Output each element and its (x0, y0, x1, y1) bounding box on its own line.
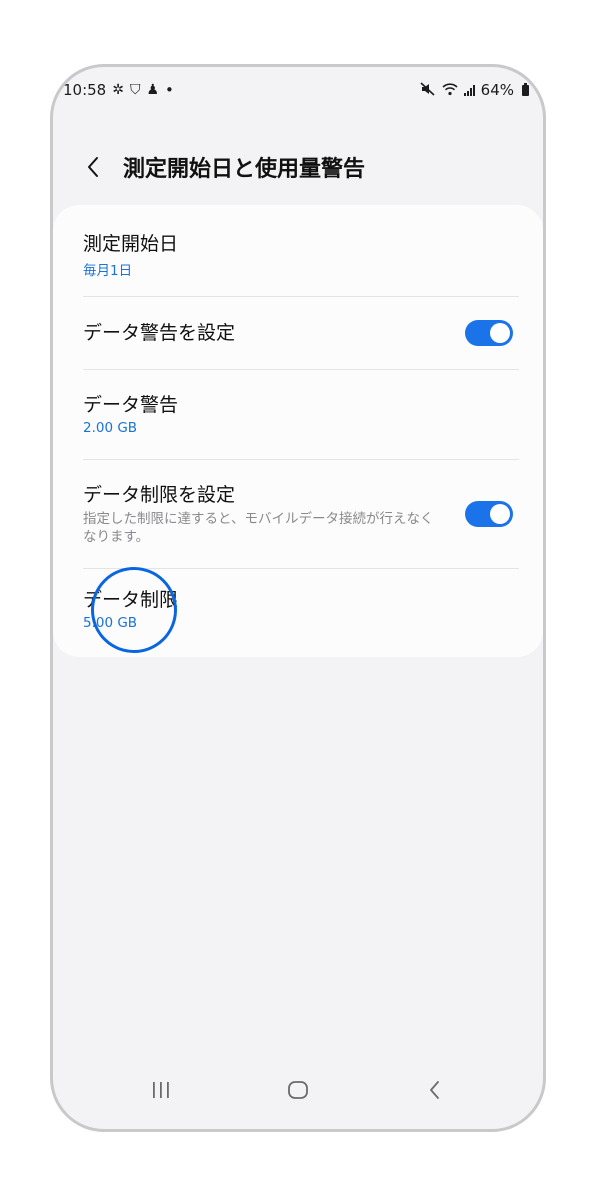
set-limit-text: データ制限を設定 指定した制限に達すると、モバイルデータ接続が行えなくなります。 (83, 482, 465, 546)
home-icon (288, 1081, 308, 1099)
data-limit-text: データ制限 5.00 GB (83, 587, 513, 631)
data-limit-title: データ制限 (83, 589, 179, 611)
back-arrow-icon (429, 1081, 439, 1099)
data-warning-title: データ警告 (83, 394, 179, 416)
page-title: 測定開始日と使用量警告 (123, 157, 366, 182)
battery-percent: 64% (480, 81, 514, 99)
toggle-knob (490, 323, 510, 343)
navigation-bar (53, 1065, 543, 1115)
wifi-icon (442, 82, 458, 99)
data-warning-row[interactable]: データ警告 2.00 GB (53, 370, 543, 458)
set-limit-description: 指定した制限に達すると、モバイルデータ接続が行えなくなります。 (83, 511, 434, 545)
data-warning-value: 2.00 GB (83, 420, 138, 436)
set-warning-text: データ警告を設定 (83, 320, 465, 346)
chevron-left-icon (88, 157, 98, 177)
recent-apps-icon (153, 1082, 170, 1098)
shield-badge-icon: ⛉ (129, 82, 141, 98)
toggle-knob (490, 504, 510, 524)
set-limit-title: データ制限を設定 (83, 484, 236, 506)
data-warning-text: データ警告 2.00 GB (83, 392, 513, 436)
header: 測定開始日と使用量警告 (53, 147, 543, 187)
set-limit-toggle[interactable] (465, 501, 513, 527)
set-warning-toggle[interactable] (465, 320, 513, 346)
settings-card: 測定開始日 毎月1日 データ警告を設定 データ警告 2.00 GB データ制限を… (53, 205, 543, 657)
set-limit-row[interactable]: データ制限を設定 指定した制限に達すると、モバイルデータ接続が行えなくなります。 (53, 460, 543, 568)
data-limit-value: 5.00 GB (83, 615, 138, 631)
battery-icon (522, 82, 529, 96)
status-time: 10:58 (63, 81, 107, 99)
back-nav-button[interactable] (410, 1070, 460, 1110)
home-button[interactable] (273, 1070, 323, 1110)
status-bar: 10:58 ✲ ⛉ ♟ • 64% (63, 79, 529, 101)
start-date-title: 測定開始日 (83, 233, 179, 255)
figure-icon: ♟ (146, 82, 160, 98)
start-date-row[interactable]: 測定開始日 毎月1日 (53, 217, 543, 293)
recent-apps-button[interactable] (136, 1070, 186, 1110)
status-right: 64% (420, 81, 529, 99)
phone-frame: 10:58 ✲ ⛉ ♟ • 64% 測定開始日と使用量警告 測定開始日 毎月1日… (50, 64, 546, 1132)
mute-icon (420, 81, 436, 99)
set-warning-title: データ警告を設定 (83, 322, 236, 344)
start-date-value: 毎月1日 (83, 263, 133, 279)
set-warning-row[interactable]: データ警告を設定 (53, 297, 543, 369)
signal-icon (463, 84, 475, 96)
status-dot: • (165, 81, 174, 99)
data-limit-row[interactable]: データ制限 5.00 GB (53, 569, 543, 649)
status-left: 10:58 ✲ ⛉ ♟ • (63, 81, 174, 99)
start-date-text: 測定開始日 毎月1日 (83, 231, 513, 279)
settings-gear-icon: ✲ (112, 82, 124, 98)
back-button[interactable] (75, 149, 111, 185)
